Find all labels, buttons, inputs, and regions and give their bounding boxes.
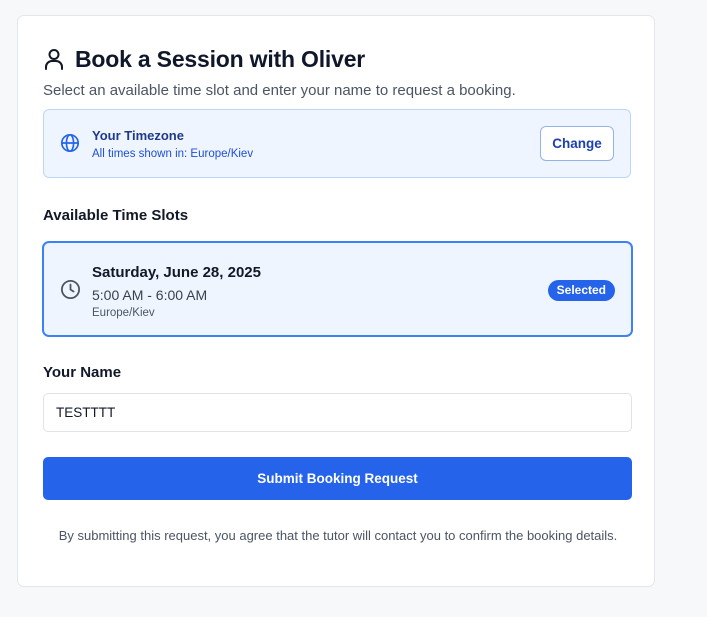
change-timezone-button[interactable]: Change — [540, 126, 614, 161]
selected-badge: Selected — [547, 280, 615, 301]
time-slots-heading: Available Time Slots — [43, 207, 189, 224]
disclaimer-text: By submitting this request, you agree th… — [58, 528, 618, 543]
submit-booking-button[interactable]: Submit Booking Request — [43, 457, 632, 500]
globe-icon — [60, 133, 80, 158]
user-icon — [44, 48, 64, 70]
slot-timezone: Europe/Kiev — [92, 307, 155, 319]
timezone-label: Your Timezone — [92, 128, 184, 143]
slot-time: 5:00 AM - 6:00 AM — [92, 287, 208, 303]
name-input[interactable] — [43, 393, 632, 432]
timezone-description: All times shown in: Europe/Kiev — [92, 148, 254, 160]
booking-card: Book a Session with Oliver Select an ava… — [17, 15, 655, 587]
page-subtitle: Select an available time slot and enter … — [43, 82, 516, 99]
time-slot-card[interactable]: Saturday, June 28, 2025 5:00 AM - 6:00 A… — [42, 241, 633, 337]
clock-icon — [60, 279, 81, 305]
header: Book a Session with Oliver — [44, 44, 365, 74]
name-label: Your Name — [43, 364, 122, 381]
page-title: Book a Session with Oliver — [75, 45, 366, 72]
slot-date: Saturday, June 28, 2025 — [92, 264, 261, 281]
timezone-panel: Your Timezone All times shown in: Europe… — [43, 109, 631, 178]
